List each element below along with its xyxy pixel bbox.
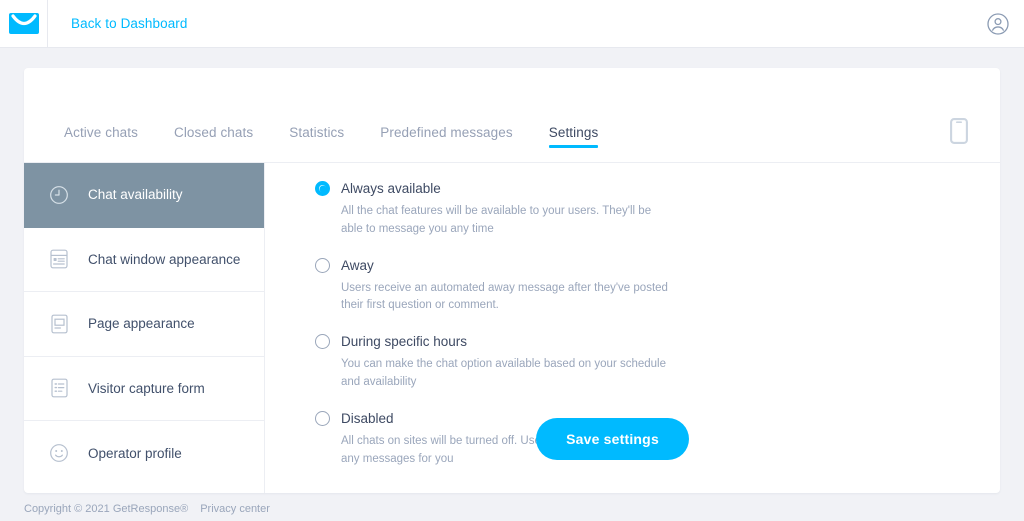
mobile-preview-icon[interactable] bbox=[950, 118, 968, 144]
settings-card: Active chats Closed chats Statistics Pre… bbox=[24, 68, 1000, 493]
smiley-face-icon bbox=[48, 442, 70, 464]
privacy-center-link[interactable]: Privacy center bbox=[200, 503, 270, 515]
sidebar-item-label: Operator profile bbox=[88, 445, 182, 461]
option-description: You can make the chat option available b… bbox=[341, 358, 666, 389]
settings-sidebar: Chat availability Chat window appearance bbox=[24, 163, 265, 493]
option-away: Away Users receive an automated away mes… bbox=[315, 257, 970, 316]
tab-predefined-messages[interactable]: Predefined messages bbox=[362, 125, 530, 162]
option-label[interactable]: Always available bbox=[341, 181, 441, 196]
back-to-dashboard-link[interactable]: Back to Dashboard bbox=[71, 16, 188, 31]
page-document-icon bbox=[48, 313, 70, 335]
envelope-logo-icon bbox=[8, 13, 39, 34]
save-button-row: Save settings bbox=[265, 418, 1000, 460]
sidebar-item-chat-availability[interactable]: Chat availability bbox=[24, 163, 264, 228]
top-bar: Back to Dashboard bbox=[0, 0, 1024, 48]
tab-statistics[interactable]: Statistics bbox=[271, 125, 362, 162]
radio-during-specific-hours[interactable] bbox=[315, 334, 330, 350]
form-list-icon bbox=[48, 377, 70, 399]
brand-logo[interactable] bbox=[0, 0, 48, 48]
sidebar-item-label: Chat availability bbox=[88, 187, 183, 203]
tab-closed-chats[interactable]: Closed chats bbox=[156, 125, 271, 162]
radio-always-available[interactable] bbox=[315, 181, 330, 196]
option-always-available: Always available All the chat features w… bbox=[315, 181, 970, 239]
sidebar-item-operator-profile[interactable]: Operator profile bbox=[24, 421, 264, 486]
clock-icon bbox=[48, 184, 70, 206]
tab-list: Active chats Closed chats Statistics Pre… bbox=[46, 125, 616, 162]
tab-bar: Active chats Closed chats Statistics Pre… bbox=[24, 68, 1000, 163]
option-label[interactable]: Away bbox=[341, 258, 374, 273]
sidebar-item-label: Visitor capture form bbox=[88, 380, 205, 396]
option-during-specific-hours: During specific hours You can make the c… bbox=[315, 334, 970, 392]
option-header: Away bbox=[315, 257, 970, 273]
user-account-icon[interactable] bbox=[986, 12, 1010, 36]
availability-options-pane: Always available All the chat features w… bbox=[265, 163, 1000, 493]
option-label[interactable]: During specific hours bbox=[341, 334, 467, 349]
chat-window-icon bbox=[48, 248, 70, 270]
option-description: Users receive an automated away message … bbox=[341, 281, 668, 312]
card-body: Chat availability Chat window appearance bbox=[24, 163, 1000, 493]
footer: Copyright © 2021 GetResponse® Privacy ce… bbox=[24, 503, 270, 515]
sidebar-item-page-appearance[interactable]: Page appearance bbox=[24, 292, 264, 357]
radio-away[interactable] bbox=[315, 257, 330, 273]
tab-active-chats[interactable]: Active chats bbox=[46, 125, 156, 162]
sidebar-item-chat-window-appearance[interactable]: Chat window appearance bbox=[24, 228, 264, 292]
sidebar-item-label: Chat window appearance bbox=[88, 251, 241, 267]
save-settings-button[interactable]: Save settings bbox=[536, 418, 689, 460]
option-header: Always available bbox=[315, 181, 970, 196]
option-header: During specific hours bbox=[315, 334, 970, 350]
tab-settings[interactable]: Settings bbox=[531, 125, 617, 162]
copyright-text: Copyright © 2021 GetResponse® bbox=[24, 503, 189, 515]
option-description: All the chat features will be available … bbox=[341, 205, 652, 235]
sidebar-item-label: Page appearance bbox=[88, 316, 195, 332]
sidebar-item-visitor-capture-form[interactable]: Visitor capture form bbox=[24, 357, 264, 421]
